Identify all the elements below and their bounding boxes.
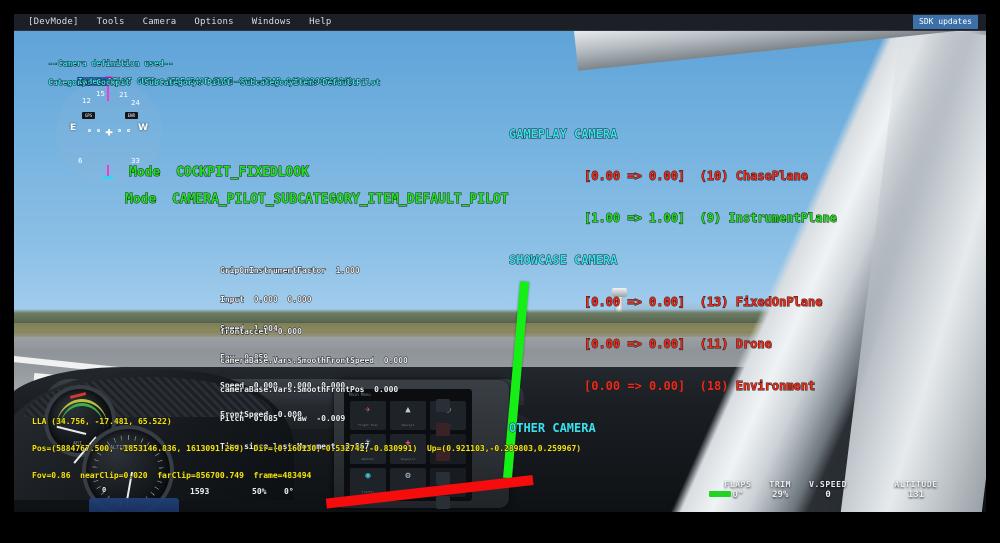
debug-line: Input 0.000 0.000	[220, 294, 312, 305]
camera-range: [0.00 => 0.00]	[584, 379, 686, 394]
hud-vspeed: V.SPEED 0	[800, 480, 856, 500]
flight-hud: FLAPS 0° TRIM 29% V.SPEED 0 ALTITUDE 131	[709, 480, 976, 500]
camera-row[interactable]: [0.00 => 0.00] (11) Drone	[509, 337, 837, 352]
hsi-label-east: E	[70, 123, 77, 133]
flaps-indicator-bar	[709, 491, 732, 497]
devmode-menu-bar[interactable]: [DevMode] Tools Camera Options Windows H…	[14, 14, 986, 31]
camera-name: ChasePlane	[735, 169, 808, 184]
menu-item-devmode[interactable]: [DevMode]	[14, 14, 88, 31]
hud-value: 29%	[772, 490, 789, 500]
camera-row[interactable]: [0.00 => 0.00] (10) ChasePlane	[509, 169, 837, 184]
camera-index: (18)	[699, 379, 729, 394]
sdk-updates-button[interactable]: SDK updates	[913, 15, 978, 29]
menu-item-options[interactable]: Options	[185, 14, 242, 31]
status-pos-line: Pos=(5884767.500, -1853146.836, 1613091.…	[32, 444, 582, 454]
camera-index: (10)	[699, 169, 729, 184]
runway-stripe	[33, 373, 184, 395]
camera-index: (11)	[699, 337, 729, 352]
window-top-border	[0, 0, 1000, 14]
menu-item-windows[interactable]: Windows	[243, 14, 300, 31]
camera-row[interactable]: [0.00 => 0.00] (18) Environment	[509, 379, 837, 394]
status-lla-line: LLA (34.756, -17.481, 65.522)	[32, 417, 173, 427]
runway-stripe	[14, 355, 124, 374]
camera-name: Drone	[735, 337, 772, 352]
simulator-viewport[interactable]: ADI ALTITUDE Main Menu ✈ Flight Plan ▲ N…	[14, 31, 986, 512]
window-left-border	[0, 0, 14, 543]
hud-label: TRIM	[769, 480, 792, 489]
window-right-border	[986, 0, 1000, 543]
debug-line: cameraBase.Vars.SmoothFrontSpeed 0.000	[220, 355, 409, 366]
debug-line: frontaccel 0.000	[220, 327, 303, 337]
camera-range: [0.00 => 0.00]	[584, 337, 686, 352]
menu-item-help[interactable]: Help	[300, 14, 340, 31]
menu-item-camera[interactable]: Camera	[134, 14, 186, 31]
hsi-tick-24: 24	[131, 99, 140, 107]
camera-row[interactable]: [0.00 => 0.00] (13) FixedOnPlane	[509, 295, 837, 310]
camera-mode-line: Mode CAMERA_PILOT_SUBCATEGORY_ITEM_DEFAU…	[78, 177, 509, 222]
flight-simulator-window: ADI ALTITUDE Main Menu ✈ Flight Plan ▲ N…	[0, 0, 1000, 543]
hud-trim: TRIM 29%	[760, 480, 800, 500]
camera-name: FixedOnPlane	[735, 295, 823, 310]
camera-range: [0.00 => 0.00]	[584, 169, 686, 184]
enr-mode-tag: ENR	[124, 112, 138, 119]
camera-category-line: Category: Cockpit SubCategory: Pilot Sub…	[48, 78, 381, 88]
debug-line: GripOnInstrumentFactor 1.000	[220, 266, 361, 276]
gameplay-camera-header: GAMEPLAY CAMERA	[509, 127, 618, 142]
hud-value: 0	[825, 490, 831, 500]
hsi-deviation-dot	[88, 129, 91, 132]
showcase-camera-header: SHOWCASE CAMERA	[509, 253, 618, 268]
camera-status-bar: LLA (34.756, -17.481, 65.522) Pos=(58847…	[32, 399, 582, 498]
camera-index: (13)	[699, 295, 729, 310]
camera-row[interactable]: [1.00 => 1.00] (9) InstrumentPlane	[509, 211, 838, 226]
mode-value-2: CAMERA_PILOT_SUBCATEGORY_ITEM_DEFAULT_PI…	[171, 192, 509, 208]
hud-value: 131	[907, 490, 925, 500]
camera-range: [0.00 => 0.00]	[584, 295, 686, 310]
hud-label: V.SPEED	[809, 480, 847, 489]
hsi-deviation-dot	[118, 129, 121, 132]
camera-name: InstrumentPlane	[728, 211, 837, 226]
hsi-deviation-dot	[127, 129, 130, 132]
hud-label: FLAPS	[724, 480, 752, 489]
hud-label: ALTITUDE	[894, 480, 938, 489]
hsi-tick-12: 12	[82, 97, 91, 105]
mode-label: Mode	[124, 192, 157, 208]
menu-item-tools[interactable]: Tools	[88, 14, 134, 31]
camera-range: [1.00 => 1.00]	[584, 211, 686, 226]
camera-name: Environment	[735, 379, 816, 394]
hud-altitude: ALTITUDE 131	[856, 480, 976, 500]
status-fov-line: Fov=0.86 nearClip=0.020 farClip=856700.7…	[32, 471, 312, 481]
hsi-deviation-dot	[97, 129, 100, 132]
gps-mode-tag: GPS	[82, 112, 96, 119]
hsi-label-west: W	[138, 123, 148, 133]
aircraft-symbol-icon: ✚	[105, 124, 113, 140]
window-bottom-border	[0, 512, 1000, 543]
hud-flaps: FLAPS 0°	[709, 480, 760, 500]
debug-line: cameraBase.Vars.SmoothFrontPos 0.000	[220, 384, 399, 394]
camera-index: (9)	[699, 211, 722, 226]
